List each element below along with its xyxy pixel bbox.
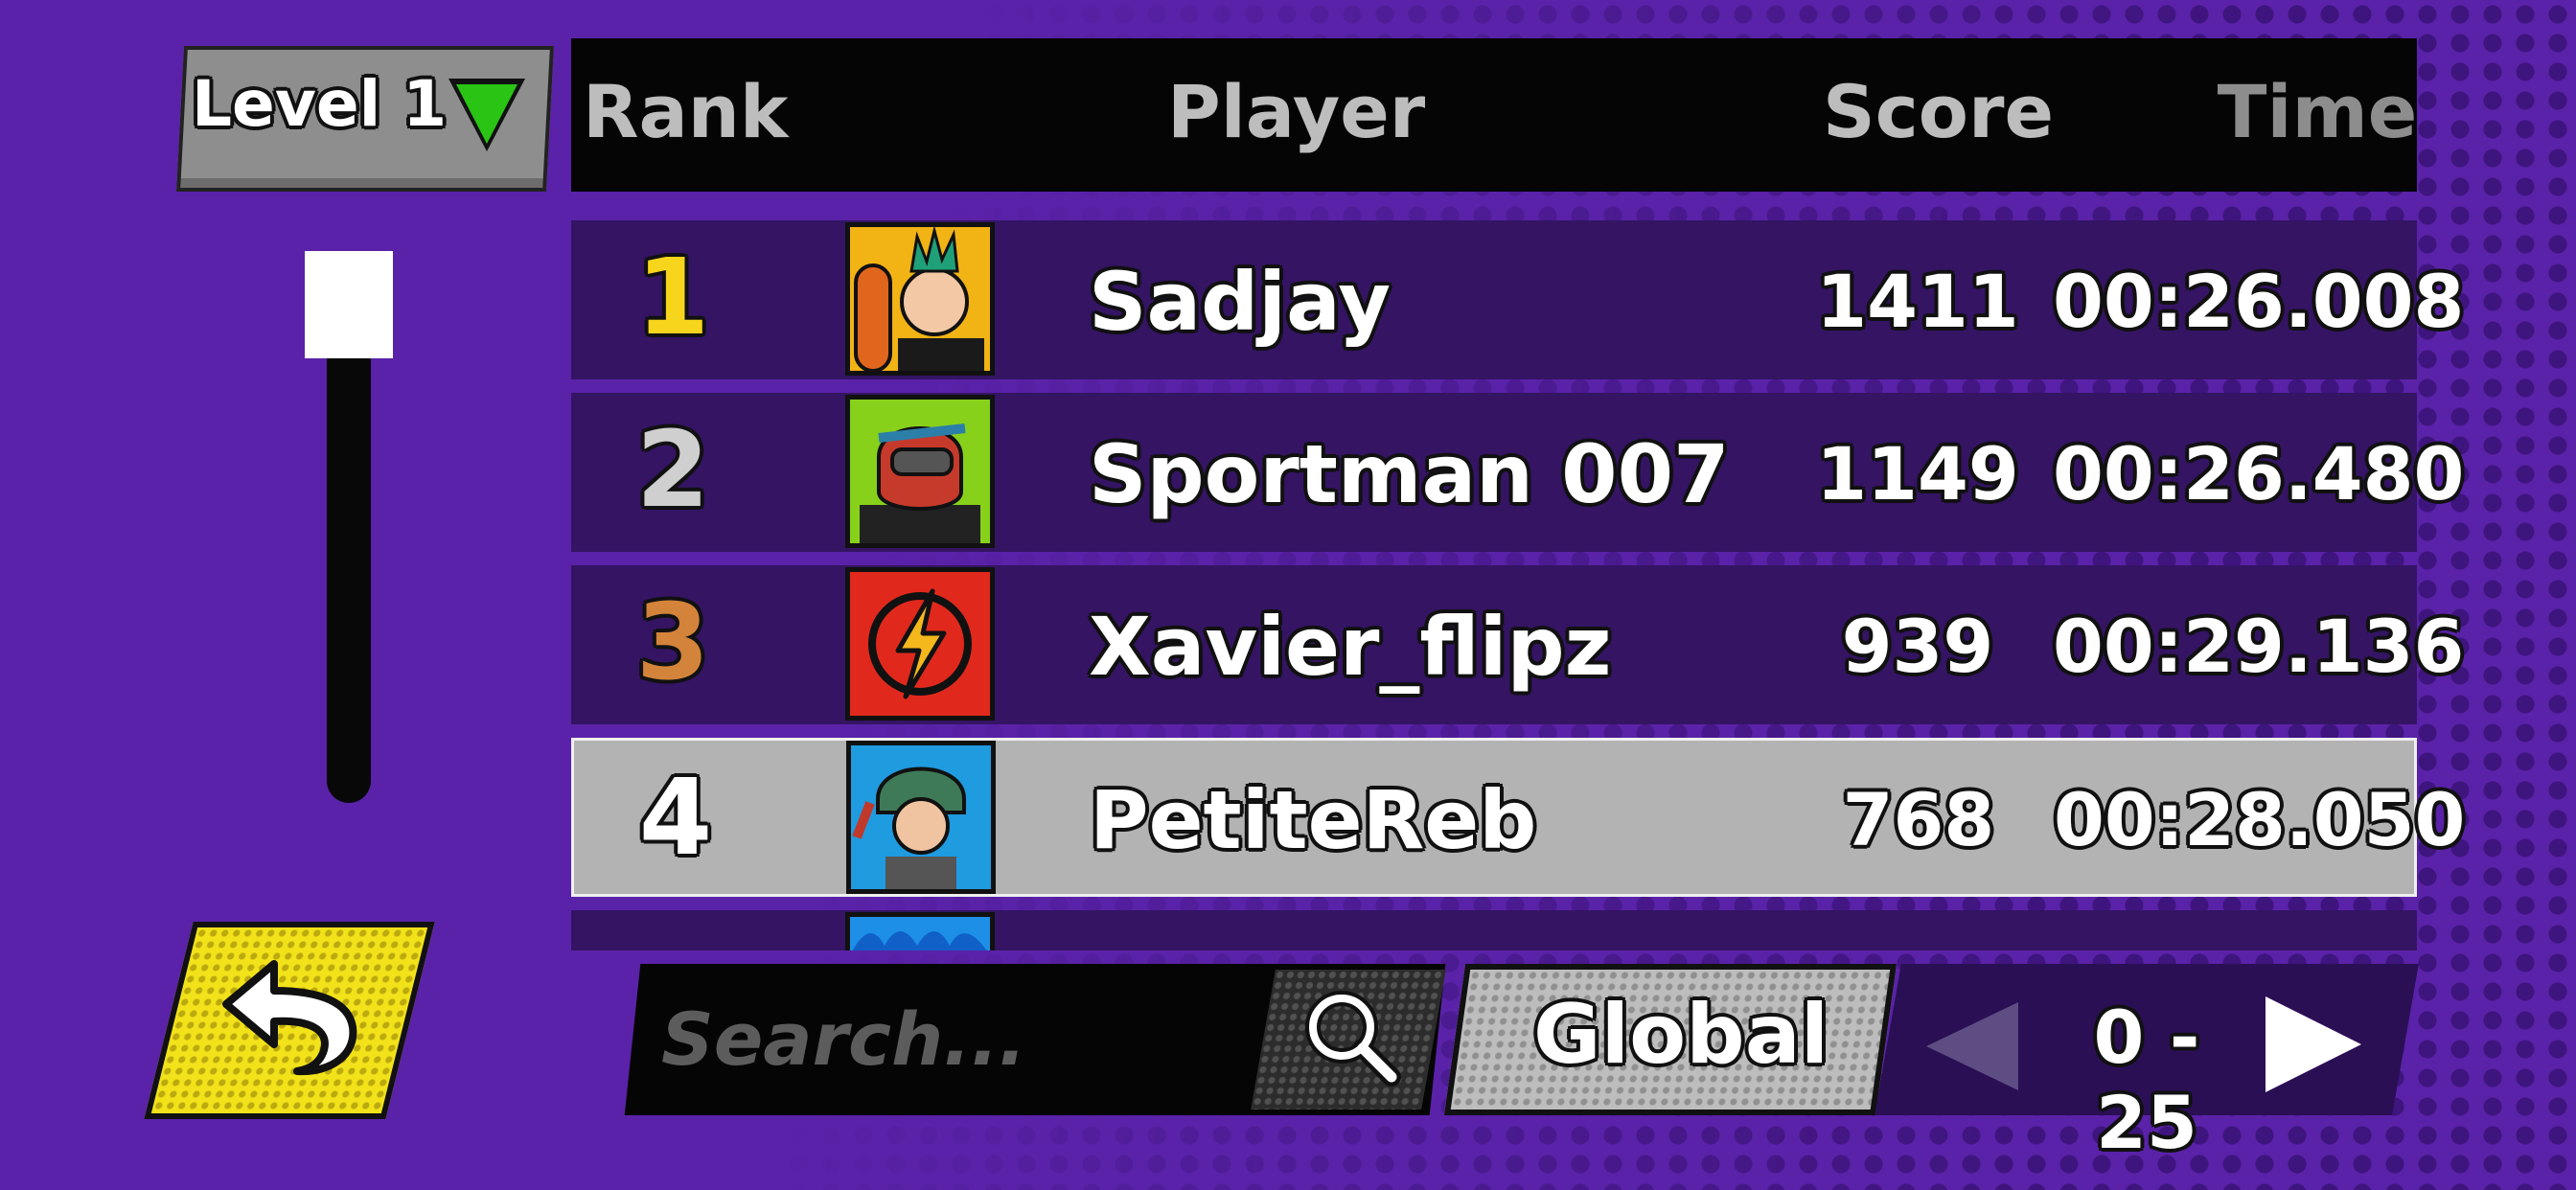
page-range: 0 - 25 xyxy=(2093,995,2200,1165)
level-label: Level 1 xyxy=(192,67,448,141)
player-avatar xyxy=(845,395,995,548)
player-time: 00:29.136 xyxy=(2053,604,2465,689)
player-score: 768 xyxy=(1842,777,1995,862)
player-score: 939 xyxy=(1841,604,1994,689)
player-time: 00:26.480 xyxy=(2053,431,2465,516)
player-name: Xavier_flipz xyxy=(1089,600,1612,694)
player-time: 00:28.050 xyxy=(2054,777,2466,862)
next-page-arrow-icon[interactable] xyxy=(2266,996,2361,1092)
table-row-partial[interactable] xyxy=(571,910,2417,950)
player-avatar xyxy=(845,567,995,721)
global-button-label: Global xyxy=(1533,987,1829,1083)
header-rank[interactable]: Rank xyxy=(583,69,788,154)
header-score[interactable]: Score xyxy=(1823,69,2054,154)
player-avatar xyxy=(845,912,995,950)
player-score: 1411 xyxy=(1816,259,2019,344)
rank-number: 4 xyxy=(638,756,713,879)
header-time[interactable]: Time xyxy=(2145,69,2490,154)
triangle-down-icon[interactable] xyxy=(456,84,518,144)
player-avatar xyxy=(846,741,996,894)
table-row[interactable]: 2 Sportman 007 1149 00:26.480 xyxy=(571,393,2465,552)
table-row-highlighted[interactable]: 4 PetiteReb 768 00:28.050 xyxy=(571,738,2466,897)
table-row[interactable]: 3 Xavier_flipz 939 00:29.136 xyxy=(571,565,2465,724)
player-time: 00:26.008 xyxy=(2053,259,2465,344)
player-avatar xyxy=(845,222,995,376)
undo-arrow-icon[interactable] xyxy=(217,950,370,1085)
player-name: Sportman 007 xyxy=(1089,427,1730,521)
search-input[interactable] xyxy=(659,985,1257,1092)
player-score: 1149 xyxy=(1816,431,2019,516)
leaderboard-header xyxy=(571,38,2417,192)
prev-page-arrow-icon[interactable] xyxy=(1926,1002,2018,1090)
player-name: Sadjay xyxy=(1089,255,1391,349)
scrollbar-thumb[interactable] xyxy=(305,251,393,358)
rank-number: 3 xyxy=(635,581,710,703)
player-name: PetiteReb xyxy=(1090,773,1537,867)
header-player[interactable]: Player xyxy=(1167,69,1425,154)
table-row[interactable]: 1 Sadjay 1411 00:26.008 xyxy=(571,220,2465,379)
rank-number: 2 xyxy=(635,408,710,531)
search-icon[interactable] xyxy=(1296,985,1411,1090)
rank-number: 1 xyxy=(635,236,710,358)
